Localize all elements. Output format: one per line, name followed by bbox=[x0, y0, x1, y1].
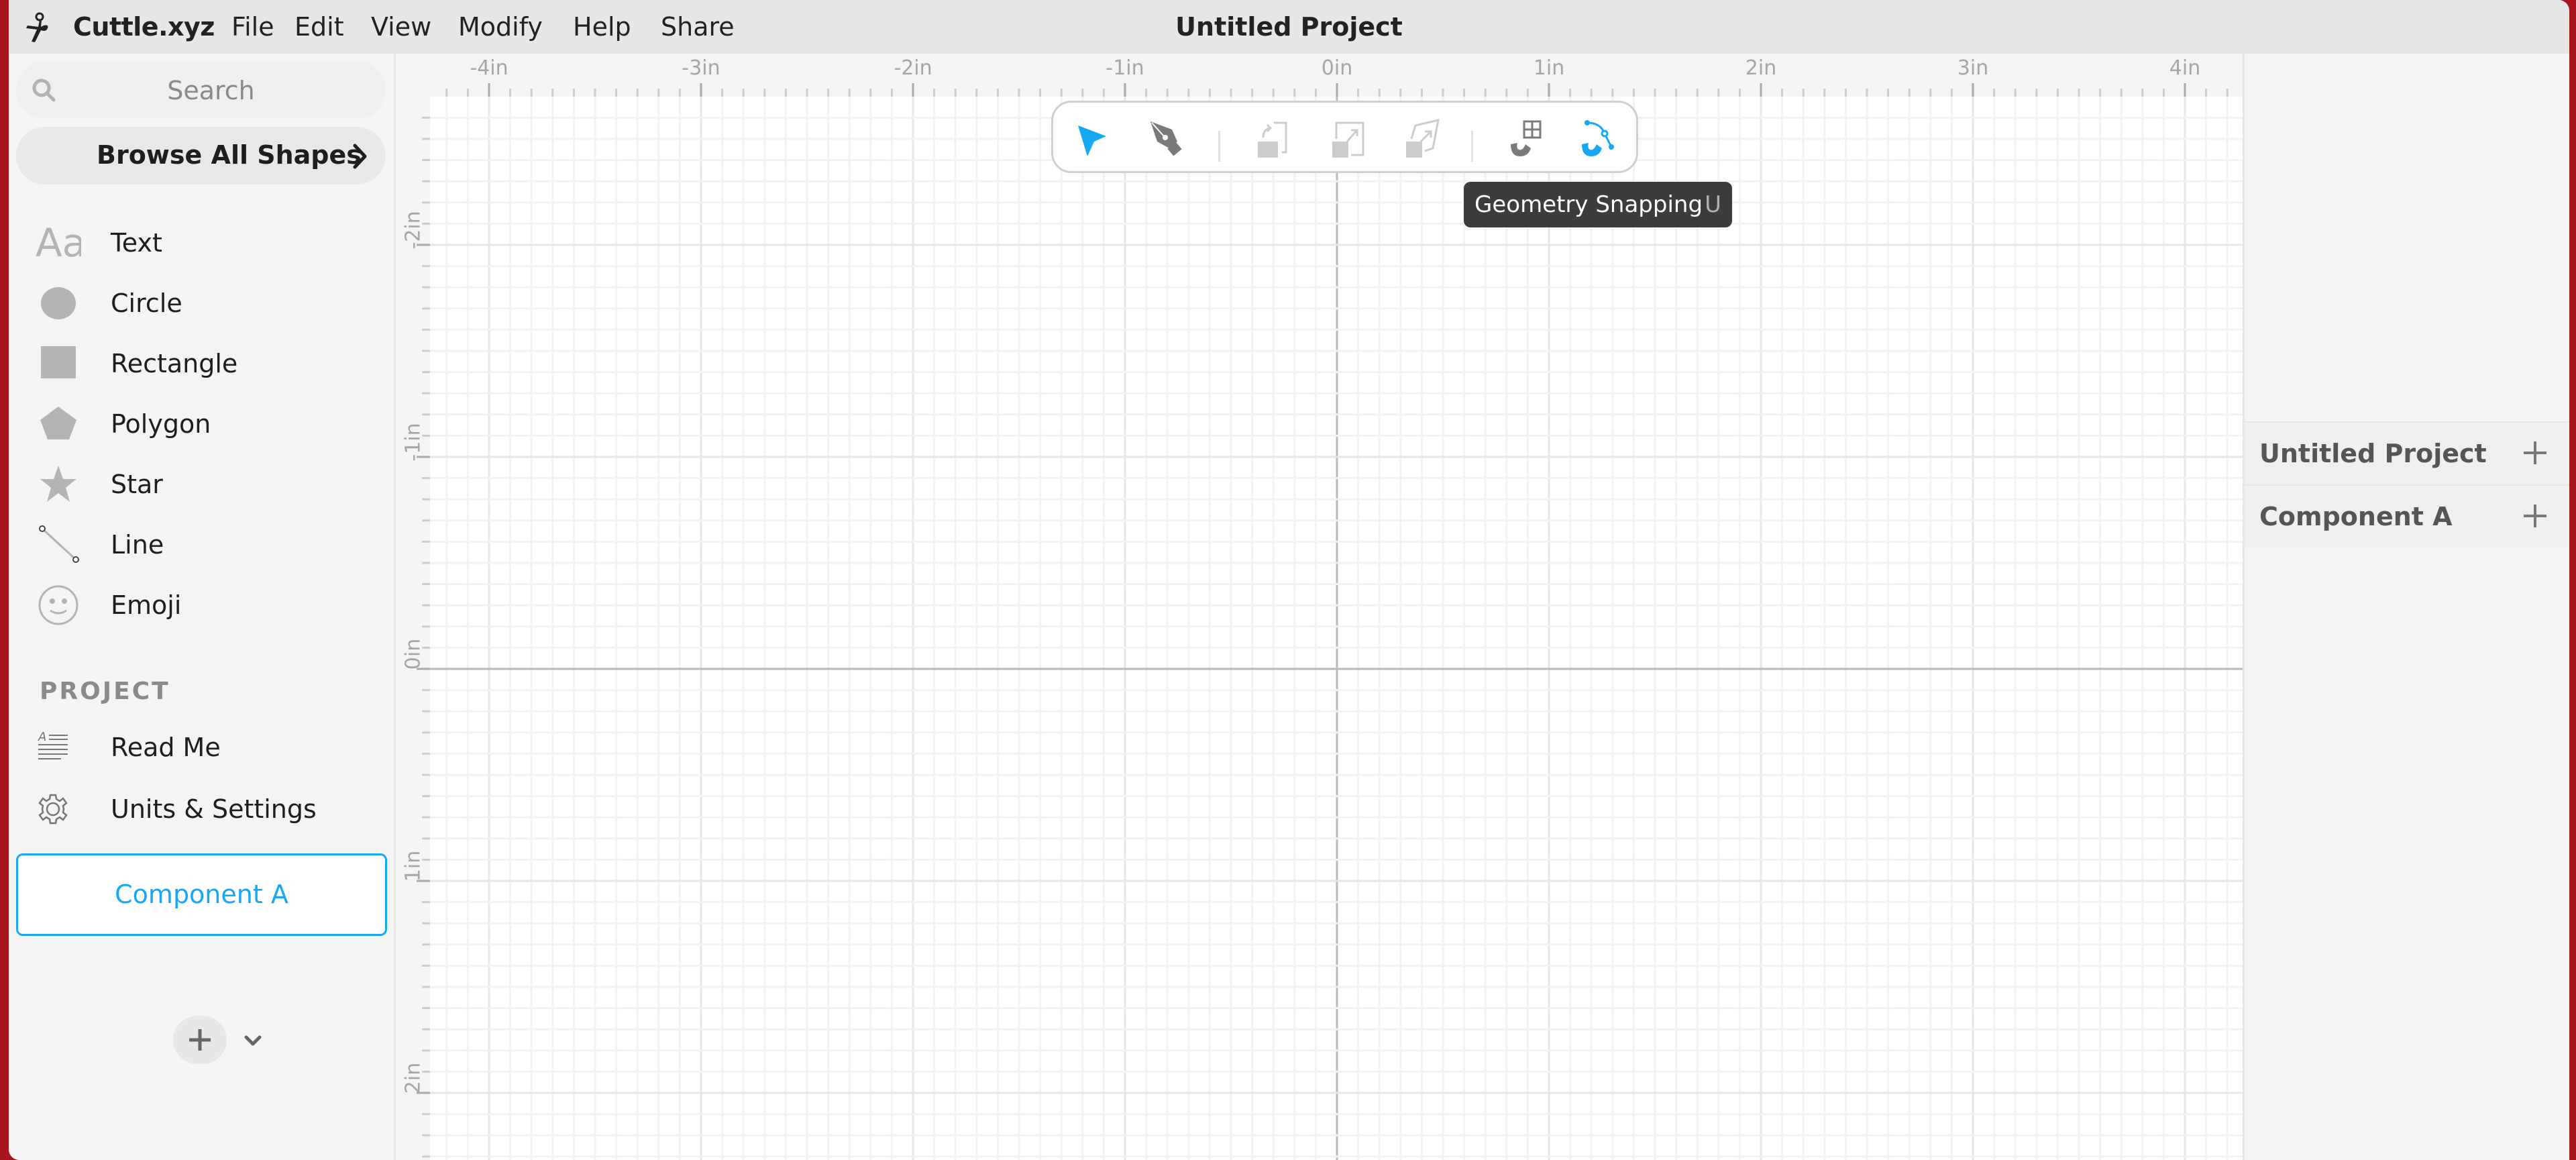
tooltip-text: Geometry Snapping bbox=[1474, 191, 1703, 218]
add-component-button[interactable] bbox=[173, 1016, 227, 1064]
plus-icon bbox=[189, 1029, 211, 1051]
select-tool-button[interactable] bbox=[1071, 117, 1114, 160]
shape-item-rectangle[interactable]: Rectangle bbox=[9, 334, 394, 393]
search-box[interactable] bbox=[16, 61, 386, 119]
tooltip: Geometry Snapping U bbox=[1464, 182, 1732, 227]
canvas-grid[interactable] bbox=[396, 54, 2243, 1160]
ruler-x-label: 2in bbox=[1745, 56, 1777, 80]
shape-item-star[interactable]: Star bbox=[9, 455, 394, 514]
plus-icon[interactable] bbox=[2522, 503, 2548, 529]
ruler-y-label: 2in bbox=[401, 1062, 425, 1094]
ruler-y-label: 0in bbox=[401, 638, 425, 670]
toolbar-separator bbox=[1471, 131, 1473, 162]
component-card-selected[interactable]: Component A bbox=[16, 853, 387, 936]
shape-label: Emoji bbox=[111, 590, 182, 620]
scale-icon bbox=[1332, 121, 1364, 158]
ruler-x-label: -2in bbox=[894, 56, 932, 80]
rotate-icon bbox=[1258, 121, 1287, 158]
grid-magnet-icon bbox=[1511, 120, 1542, 156]
shape-item-emoji[interactable]: Emoji bbox=[9, 576, 394, 635]
browse-all-shapes-label: Browse All Shapes bbox=[97, 140, 362, 170]
tool-toolbar bbox=[1051, 101, 1638, 173]
chevron-down-icon[interactable] bbox=[244, 1032, 262, 1051]
shape-label: Text bbox=[111, 228, 162, 258]
shape-label: Circle bbox=[111, 288, 182, 318]
ruler-y-label: 1in bbox=[401, 850, 425, 882]
readme-label: Read Me bbox=[111, 733, 221, 762]
shape-item-circle[interactable]: Circle bbox=[9, 274, 394, 333]
shape-label: Line bbox=[111, 530, 164, 560]
star-icon bbox=[40, 466, 76, 502]
scale-tool-button[interactable] bbox=[1326, 117, 1368, 160]
project-heading: PROJECT bbox=[40, 678, 170, 705]
rotate-tool-button[interactable] bbox=[1252, 117, 1295, 160]
readme-item[interactable]: A Read Me bbox=[9, 721, 394, 774]
project-title[interactable]: Untitled Project bbox=[9, 12, 2569, 42]
app-window: Cuttle.xyz File Edit View Modify Help Sh… bbox=[9, 0, 2569, 1160]
search-icon bbox=[32, 78, 56, 102]
canvas[interactable]: -4in -3in -2in -1in 0in 1in 2in 3in 4in -2in -1in… bbox=[396, 54, 2243, 1160]
right-panel: Untitled Project Component A bbox=[2243, 54, 2569, 1160]
outline-row-label: Component A bbox=[2259, 502, 2453, 531]
units-settings-label: Units & Settings bbox=[111, 794, 317, 824]
skew-icon bbox=[1406, 119, 1440, 158]
ruler-x-label: 0in bbox=[1321, 56, 1353, 80]
outline-row-label: Untitled Project bbox=[2259, 439, 2487, 468]
text-aa-icon: Aa bbox=[36, 221, 81, 264]
emoji-icon bbox=[38, 585, 78, 625]
shape-label: Polygon bbox=[111, 409, 211, 439]
geometry-snapping-toggle[interactable] bbox=[1578, 117, 1621, 160]
circle-icon bbox=[41, 287, 76, 319]
svg-text:Aa: Aa bbox=[36, 221, 81, 264]
outline-row-component-a[interactable]: Component A bbox=[2245, 484, 2569, 547]
units-settings-item[interactable]: Units & Settings bbox=[9, 782, 394, 836]
toolbar-separator bbox=[1218, 131, 1220, 162]
shape-label: Star bbox=[111, 470, 163, 499]
readme-icon: A bbox=[38, 730, 68, 759]
gear-icon bbox=[38, 794, 68, 825]
tooltip-shortcut: U bbox=[1705, 191, 1721, 218]
shape-item-polygon[interactable]: Polygon bbox=[9, 394, 394, 454]
shape-label: Rectangle bbox=[111, 349, 238, 378]
ruler-x-label: -4in bbox=[470, 56, 508, 80]
geometry-magnet-icon bbox=[1582, 120, 1614, 156]
menubar: Cuttle.xyz File Edit View Modify Help Sh… bbox=[9, 0, 2569, 54]
ruler-y-label: -1in bbox=[401, 423, 425, 462]
svg-text:A: A bbox=[38, 730, 46, 744]
ruler-x-label: 4in bbox=[2169, 56, 2201, 80]
ruler-x-label: -3in bbox=[682, 56, 720, 80]
outline-row-untitled-project[interactable]: Untitled Project bbox=[2245, 421, 2569, 484]
arrow-cursor-icon bbox=[1078, 125, 1106, 156]
browse-all-shapes-button[interactable]: Browse All Shapes bbox=[16, 127, 386, 184]
search-input[interactable] bbox=[63, 68, 359, 113]
shape-item-text[interactable]: Aa Text bbox=[9, 213, 394, 272]
chevron-right-icon bbox=[353, 144, 367, 169]
skew-tool-button[interactable] bbox=[1399, 117, 1442, 160]
shape-item-line[interactable]: Line bbox=[9, 515, 394, 574]
pen-tool-button[interactable] bbox=[1145, 117, 1188, 160]
ruler-x-label: 3in bbox=[1957, 56, 1989, 80]
ruler-x-label: -1in bbox=[1106, 56, 1144, 80]
rectangle-icon bbox=[41, 346, 76, 378]
ruler-y-label: -2in bbox=[401, 211, 425, 250]
grid-snapping-toggle[interactable] bbox=[1504, 117, 1547, 160]
line-icon bbox=[39, 525, 79, 563]
ruler-x-label: 1in bbox=[1533, 56, 1565, 80]
plus-icon[interactable] bbox=[2522, 440, 2548, 466]
left-sidebar: Browse All Shapes Aa Text Circle Rectang… bbox=[9, 54, 396, 1160]
component-label: Component A bbox=[115, 880, 288, 909]
polygon-icon bbox=[40, 407, 76, 439]
